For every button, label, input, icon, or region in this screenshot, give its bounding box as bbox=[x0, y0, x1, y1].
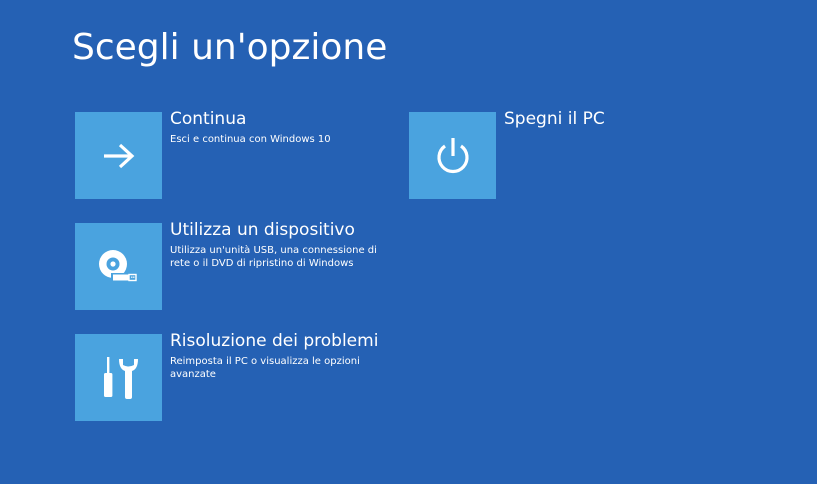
use-device-description: Utilizza un'unità USB, una connessione d… bbox=[170, 245, 377, 269]
tools-icon bbox=[103, 356, 138, 399]
continue-description: Esci e continua con Windows 10 bbox=[170, 134, 331, 145]
continue-title[interactable]: Continua bbox=[170, 109, 385, 130]
shutdown-title[interactable]: Spegni il PC bbox=[504, 109, 719, 130]
troubleshoot-title[interactable]: Risoluzione dei problemi bbox=[170, 331, 385, 352]
troubleshoot-text[interactable]: Risoluzione dei problemi Reimposta il PC… bbox=[170, 331, 385, 381]
recovery-screen: Scegli un'opzione Continua Esci e contin… bbox=[0, 0, 817, 484]
troubleshoot-description: Reimposta il PC o visualizza le opzioni … bbox=[170, 356, 360, 380]
arrow-right-icon bbox=[103, 143, 134, 168]
use-device-text[interactable]: Utilizza un dispositivo Utilizza un'unit… bbox=[170, 220, 385, 270]
continue-tile[interactable] bbox=[75, 112, 162, 199]
use-device-tile[interactable] bbox=[75, 223, 162, 310]
continue-text[interactable]: Continua Esci e continua con Windows 10 bbox=[170, 109, 385, 146]
power-icon bbox=[436, 137, 469, 173]
use-device-title[interactable]: Utilizza un dispositivo bbox=[170, 220, 385, 241]
troubleshoot-tile[interactable] bbox=[75, 334, 162, 421]
shutdown-tile[interactable] bbox=[409, 112, 496, 199]
disc-usb-icon bbox=[98, 249, 137, 281]
shutdown-text[interactable]: Spegni il PC bbox=[504, 109, 719, 130]
page-title: Scegli un'opzione bbox=[72, 27, 388, 68]
